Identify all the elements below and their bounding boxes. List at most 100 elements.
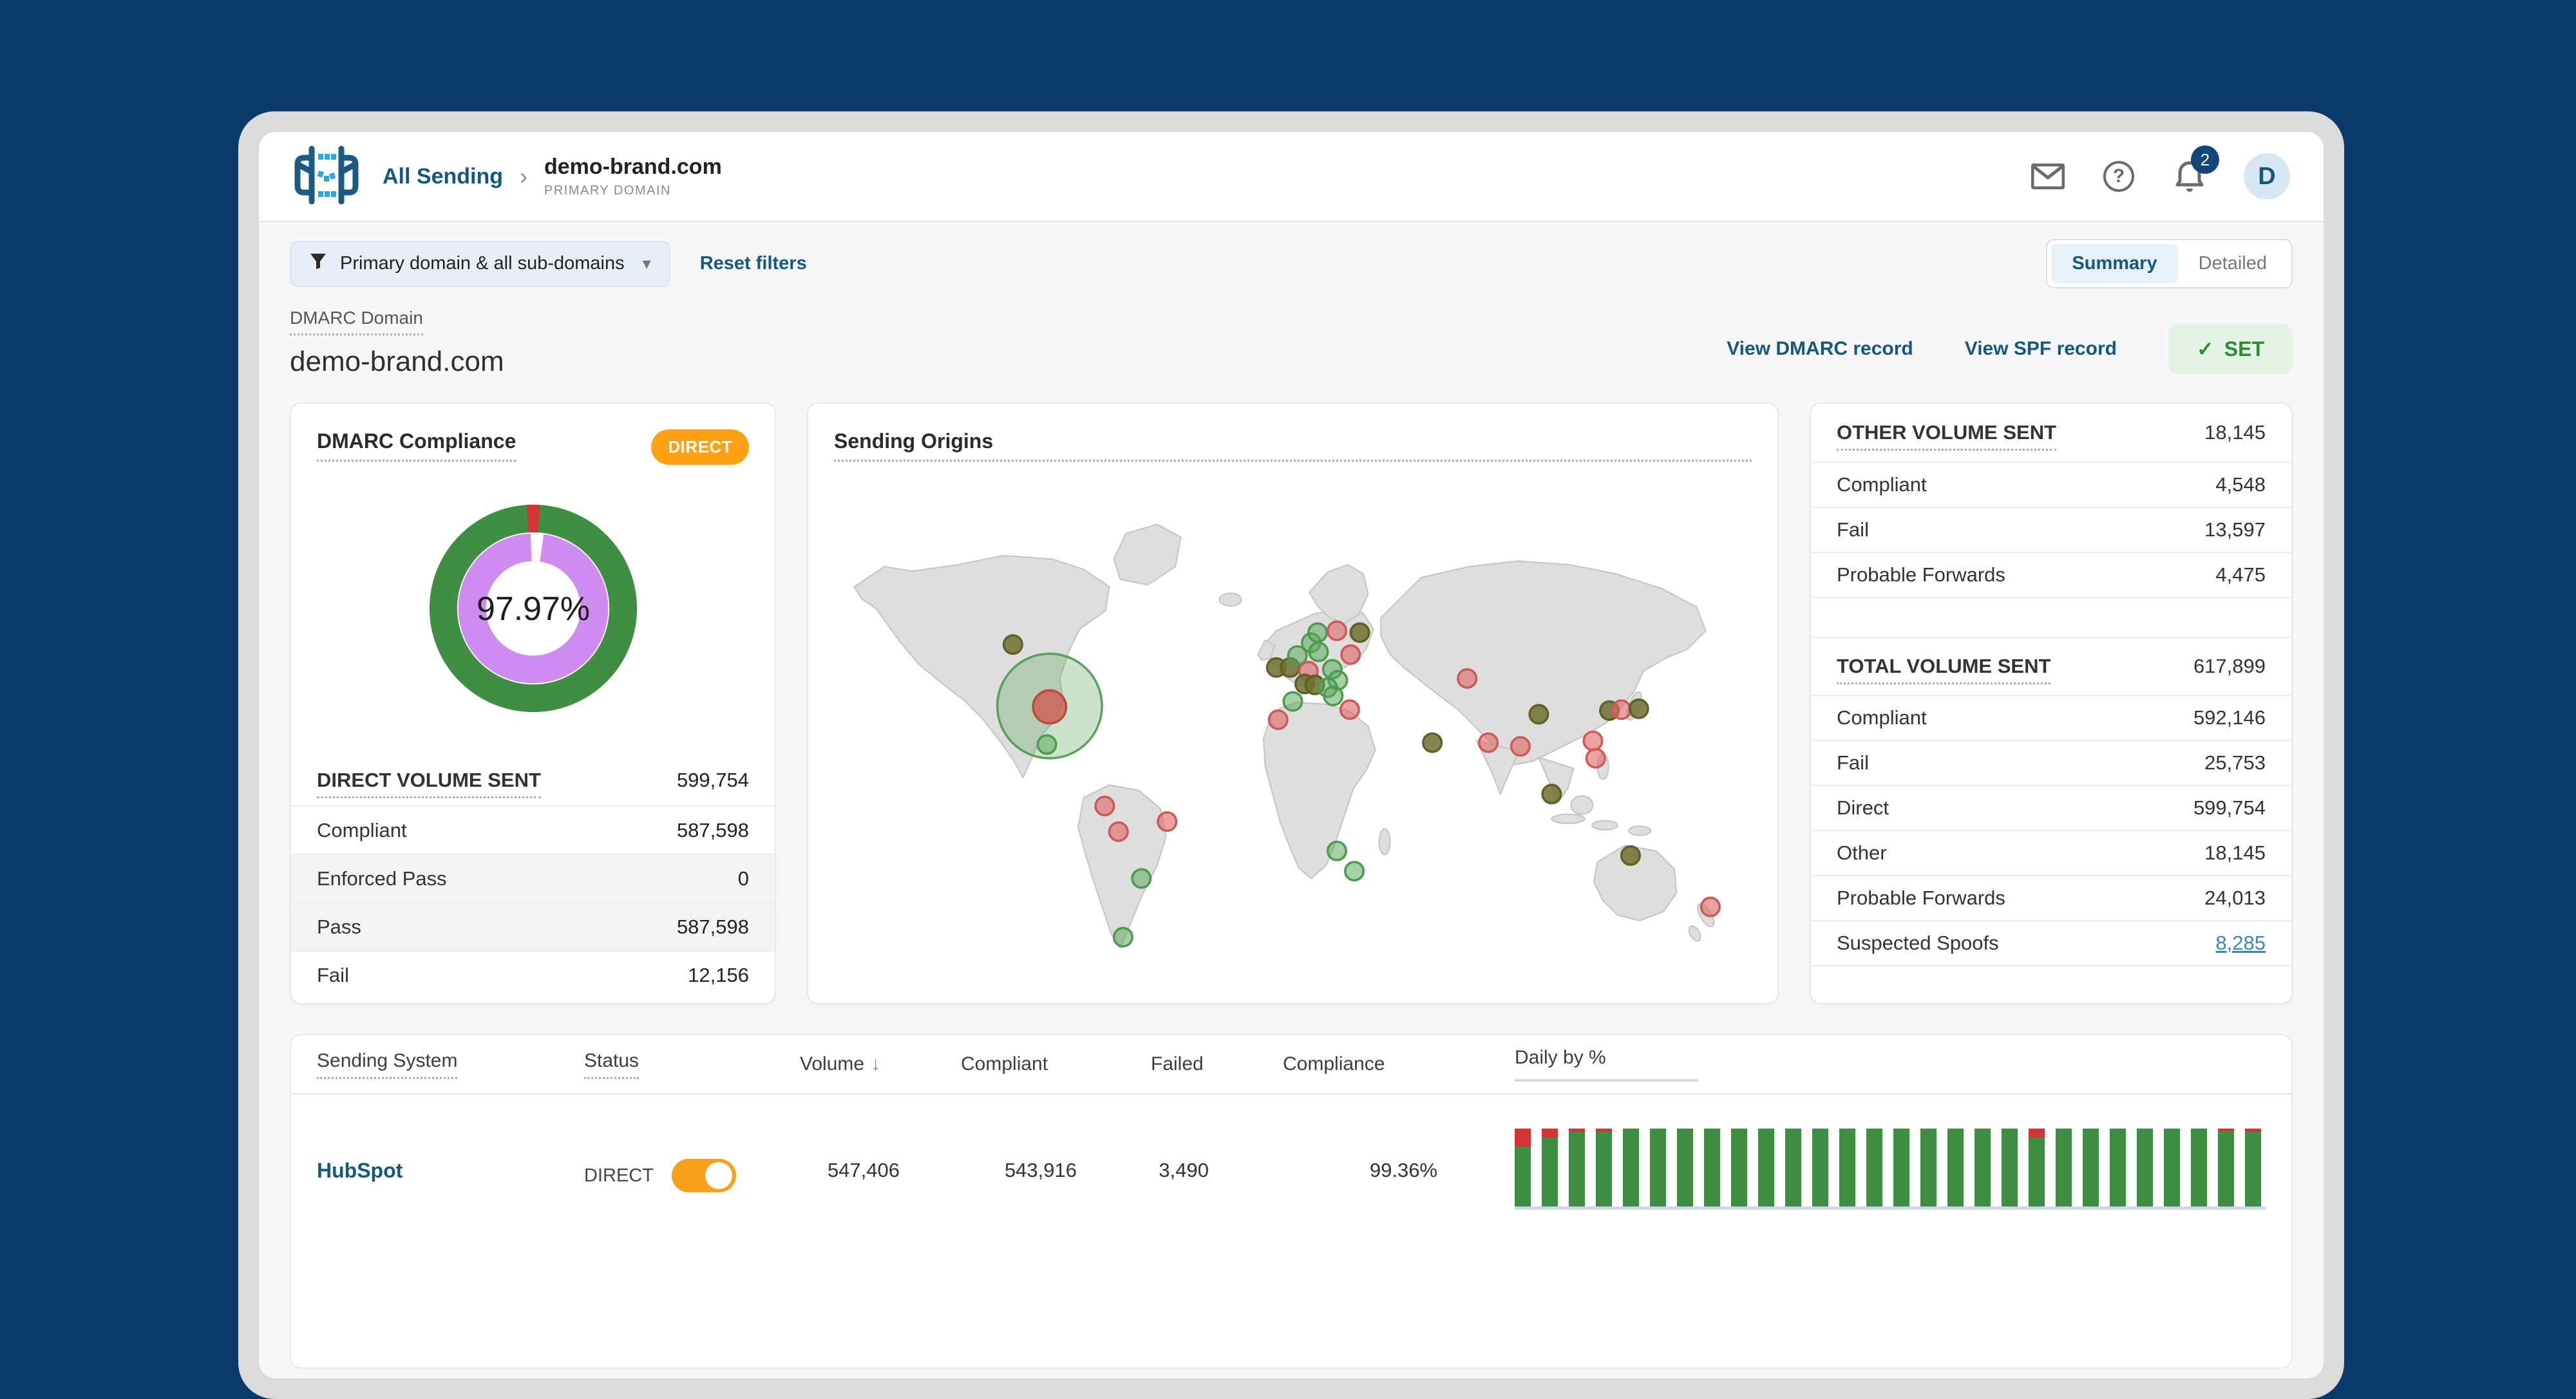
col-sending-system: Sending System <box>317 1050 458 1079</box>
col-volume-sort[interactable]: Volume ↓ <box>800 1053 961 1075</box>
domain-scope-dropdown[interactable]: Primary domain & all sub-domains ▾ <box>290 240 670 287</box>
row-label: Compliant <box>1837 473 1927 496</box>
daily-bar <box>1839 1129 1855 1207</box>
sending-system-link[interactable]: HubSpot <box>317 1159 402 1182</box>
row-value: 13,597 <box>2204 518 2266 541</box>
row-label: Probable Forwards <box>1837 563 2005 586</box>
status-toggle[interactable] <box>671 1159 736 1192</box>
daily-bar <box>1812 1129 1828 1207</box>
daily-bar <box>1947 1129 1964 1207</box>
row-label: Fail <box>291 950 625 999</box>
funnel-filter-icon <box>309 252 327 276</box>
chevron-right-icon: › <box>520 163 527 189</box>
origin-dot-red <box>1611 699 1632 720</box>
daily-bar <box>2164 1129 2180 1207</box>
origin-dot-green <box>1112 926 1133 948</box>
view-mode-toggle: Summary Detailed <box>2046 239 2293 288</box>
sort-desc-icon: ↓ <box>871 1053 881 1075</box>
row-value: 599,754 <box>2193 796 2266 819</box>
origin-dot-green <box>1343 861 1365 882</box>
help-icon[interactable]: ? <box>2102 160 2136 193</box>
daily-bar <box>1650 1129 1666 1207</box>
origin-dot-red <box>1157 811 1178 832</box>
dmarc-set-badge[interactable]: ✓ SET <box>2168 324 2293 374</box>
origin-dot-olive <box>1628 698 1649 719</box>
other-volume-value: 18,145 <box>2204 421 2266 444</box>
reset-filters-link[interactable]: Reset filters <box>700 253 807 274</box>
total-volume-header: TOTAL VOLUME SENT <box>1837 655 2051 684</box>
origin-dot-red <box>1700 896 1721 917</box>
daily-bar <box>1785 1129 1801 1207</box>
daily-bar <box>1975 1129 1991 1207</box>
compliance-donut-chart: 97.97% <box>418 493 649 724</box>
origin-dot-red <box>1582 730 1604 751</box>
daily-bar <box>2191 1129 2207 1207</box>
avatar[interactable]: D <box>2244 153 2290 200</box>
origin-dot-olive <box>1528 704 1549 725</box>
breadcrumb-all-sending[interactable]: All Sending <box>383 164 503 189</box>
set-label: SET <box>2224 337 2264 361</box>
view-dmarc-record-link[interactable]: View DMARC record <box>1727 338 1913 360</box>
sending-systems-table: Sending System Status Volume ↓ Compliant … <box>290 1034 2293 1369</box>
row-label: Compliant <box>291 805 625 854</box>
mail-icon[interactable] <box>2031 160 2065 193</box>
daily-bars-chart <box>1454 1094 2266 1210</box>
compliance-card-title: DMARC Compliance <box>317 429 516 462</box>
origin-dot-olive <box>1422 732 1443 753</box>
failed-value: 3,490 <box>1159 1159 1209 1181</box>
origin-dot-green <box>1282 691 1303 712</box>
sending-origins-card: Sending Origins <box>807 402 1779 1004</box>
col-status: Status <box>584 1050 639 1079</box>
tab-summary[interactable]: Summary <box>2051 244 2178 283</box>
breadcrumb: All Sending › demo-brand.com PRIMARY DOM… <box>383 155 722 198</box>
domain-actions: View DMARC record View SPF record ✓ SET <box>1727 324 2293 378</box>
row-label: Direct <box>1837 796 1889 819</box>
row-value: 0 <box>625 854 775 903</box>
daily-bar <box>2002 1129 2018 1207</box>
daily-bar <box>1596 1129 1612 1207</box>
suspected-spoofs-link[interactable]: 8,285 <box>2215 932 2266 955</box>
row-label: Compliant <box>1837 706 1927 729</box>
direct-badge: DIRECT <box>651 429 749 465</box>
row-value: 587,598 <box>625 805 775 854</box>
row-label: Suspected Spoofs <box>1837 932 1999 954</box>
row-label: Enforced Pass <box>291 854 625 903</box>
daily-bar <box>2137 1129 2153 1207</box>
origin-dot-red <box>1477 732 1499 753</box>
other-volume-header: OTHER VOLUME SENT <box>1837 421 2057 451</box>
row-value: 4,475 <box>2215 563 2266 586</box>
notifications-bell-icon[interactable]: 2 <box>2173 146 2219 193</box>
col-compliant: Compliant <box>961 1053 1048 1075</box>
compliance-value: 99.36% <box>1369 1159 1437 1181</box>
systems-table-header: Sending System Status Volume ↓ Compliant … <box>291 1035 2291 1094</box>
daily-bar <box>2029 1129 2045 1207</box>
origin-dot-olive <box>1541 784 1562 805</box>
app-window: All Sending › demo-brand.com PRIMARY DOM… <box>238 111 2344 1399</box>
origin-dot-green <box>1323 685 1344 706</box>
daily-bar <box>1704 1129 1720 1207</box>
row-value: 4,548 <box>2215 473 2266 496</box>
row-label: Pass <box>291 902 625 951</box>
origin-dot-red <box>1510 736 1531 757</box>
row-value: 587,598 <box>625 902 775 951</box>
daily-bar <box>1677 1129 1693 1207</box>
origin-dot-olive <box>1349 622 1370 643</box>
status-label: DIRECT <box>584 1165 654 1186</box>
direct-volume-header: DIRECT VOLUME SENT <box>317 768 541 798</box>
dmarc-compliance-card: DMARC Compliance DIRECT 97.97% DIRECT VO… <box>290 402 776 1004</box>
origin-dot-green <box>1307 622 1329 643</box>
total-volume-value: 617,899 <box>2193 655 2266 677</box>
daily-bar <box>2083 1129 2099 1207</box>
page-body: Primary domain & all sub-domains ▾ Reset… <box>259 222 2324 1378</box>
view-spf-record-link[interactable]: View SPF record <box>1965 338 2117 360</box>
daily-bar <box>2245 1129 2261 1207</box>
daily-bar <box>1920 1129 1937 1207</box>
volume-value: 547,406 <box>827 1159 900 1181</box>
row-value: 24,013 <box>2204 887 2266 909</box>
daily-bar <box>2218 1129 2234 1207</box>
row-value: 592,146 <box>2193 706 2266 729</box>
volume-stats-card: OTHER VOLUME SENT 18,145 Compliant 4,548 … <box>1810 402 2293 1004</box>
tab-detailed[interactable]: Detailed <box>2178 244 2287 283</box>
dmarc-domain-section: DMARC Domain demo-brand.com View DMARC r… <box>290 308 2293 378</box>
daily-bar <box>1731 1129 1747 1207</box>
